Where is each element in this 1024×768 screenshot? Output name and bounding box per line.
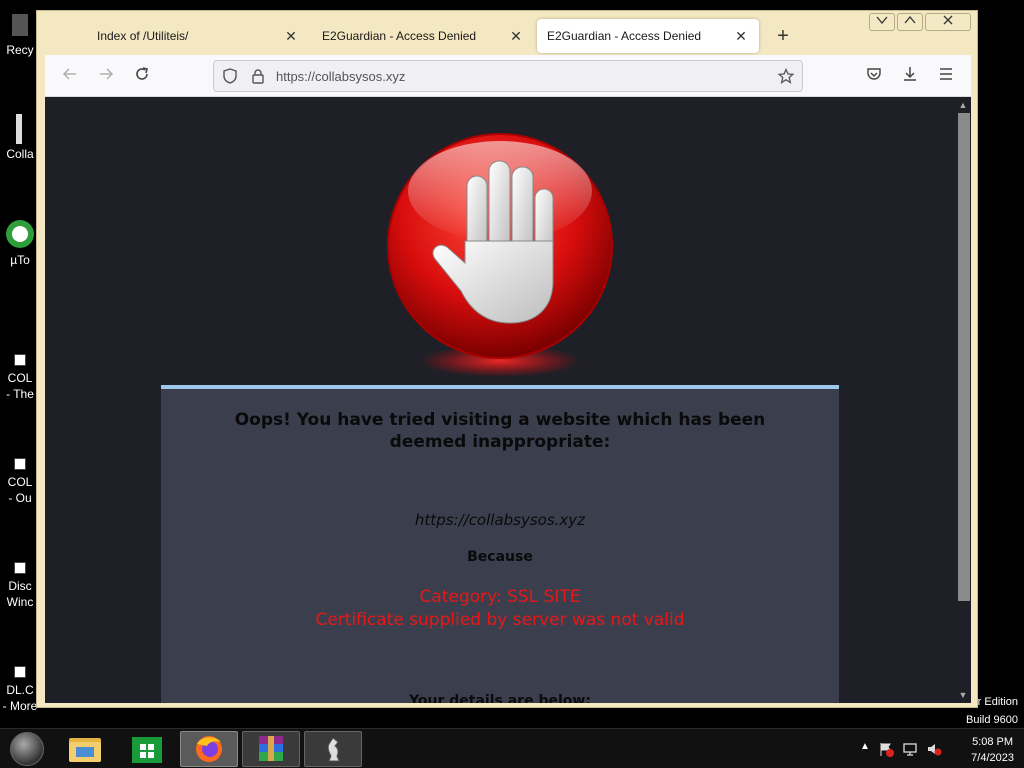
tab-close-icon[interactable]: ✕ xyxy=(733,28,749,45)
desktop-icon-label-2: - The xyxy=(6,387,34,401)
desktop-icon-label: µTo xyxy=(10,253,30,267)
because-label: Because xyxy=(467,549,533,565)
network-icon[interactable] xyxy=(902,741,918,757)
clock-date: 7/4/2023 xyxy=(971,752,1014,764)
desktop-icon-label: Disc xyxy=(8,579,32,593)
start-button[interactable] xyxy=(10,732,44,766)
desktop-icon-col-ou[interactable]: COL - Ou xyxy=(0,456,40,506)
chess-icon xyxy=(327,737,340,762)
desktop-icon-label: Colla xyxy=(6,147,34,161)
os-build-watermark: Build 9600 xyxy=(966,714,1018,726)
arrow-left-icon xyxy=(62,68,76,80)
scroll-up-icon[interactable]: ▲ xyxy=(957,99,969,111)
document-icon xyxy=(16,114,22,144)
blocked-url: https://collabsysos.xyz xyxy=(414,511,586,529)
block-category: Category: SSL SITE xyxy=(419,587,581,607)
desktop-icon-label: Recy xyxy=(6,43,34,57)
desktop-icon-label: COL xyxy=(7,475,33,489)
taskbar-file-explorer[interactable] xyxy=(56,731,114,767)
url-bar[interactable]: https://collabsysos.xyz xyxy=(213,60,803,92)
tab-close-icon[interactable]: ✕ xyxy=(283,28,299,45)
pocket-button[interactable] xyxy=(863,65,885,87)
download-icon xyxy=(904,67,916,81)
folder-icon xyxy=(69,738,101,762)
tab-index-of-utiliteis[interactable]: Index of /Utiliteis/ ✕ xyxy=(87,19,309,53)
desktop-icon-recycle-bin[interactable]: Recy xyxy=(0,8,40,58)
tab-access-denied-1[interactable]: E2Guardian - Access Denied ✕ xyxy=(312,19,534,53)
page-viewport: Oops! You have tried visiting a website … xyxy=(45,97,971,703)
desktop-icon-dl-c[interactable]: DL.C - More xyxy=(0,666,40,714)
system-clock[interactable]: 5:08 PM 7/4/2023 xyxy=(971,734,1014,766)
reload-button[interactable] xyxy=(131,65,153,87)
tab-access-denied-2[interactable]: E2Guardian - Access Denied ✕ xyxy=(537,19,759,53)
scroll-thumb[interactable] xyxy=(958,113,970,601)
arrow-right-icon xyxy=(100,68,114,80)
tab-title: E2Guardian - Access Denied xyxy=(322,29,477,43)
taskbar-firefox[interactable] xyxy=(180,731,238,767)
shortcut-arrow-icon xyxy=(14,666,26,678)
tray-overflow-icon[interactable]: ▲ xyxy=(860,741,870,752)
pocket-icon xyxy=(867,68,881,80)
denial-headline: Oops! You have tried visiting a website … xyxy=(234,410,766,452)
browser-window: Index of /Utiliteis/ ✕ E2Guardian - Acce… xyxy=(36,10,978,708)
taskbar-store[interactable] xyxy=(118,731,176,767)
taskbar-winrar[interactable] xyxy=(242,731,300,767)
desktop-icon-label-2: - More xyxy=(2,699,38,713)
desktop-icon-label-2: Winc xyxy=(6,595,34,609)
details-heading: Your details are below: xyxy=(409,693,591,703)
stop-hand-icon xyxy=(387,133,613,377)
block-reason: Certificate supplied by server was not v… xyxy=(315,610,685,630)
recycle-bin-icon xyxy=(12,14,28,36)
desktop-icon-colla[interactable]: Colla xyxy=(0,112,40,162)
tab-strip: Index of /Utiliteis/ ✕ E2Guardian - Acce… xyxy=(45,15,965,57)
shortcut-arrow-icon xyxy=(14,458,26,470)
clock-time: 5:08 PM xyxy=(972,736,1014,748)
volume-muted-icon[interactable] xyxy=(926,741,942,757)
page-scrollbar[interactable]: ▲ ▼ xyxy=(955,97,971,703)
tab-close-icon[interactable]: ✕ xyxy=(508,28,524,45)
forward-button[interactable] xyxy=(95,65,117,87)
desktop-icon-col-the[interactable]: COL - The xyxy=(0,352,40,402)
taskbar-chess[interactable] xyxy=(304,731,362,767)
tab-title: Index of /Utiliteis/ xyxy=(97,29,189,43)
shortcut-arrow-icon xyxy=(14,562,26,574)
lock-icon[interactable] xyxy=(250,68,266,84)
navigation-toolbar: https://collabsysos.xyz xyxy=(45,55,971,97)
downloads-button[interactable] xyxy=(899,65,921,87)
url-text[interactable]: https://collabsysos.xyz xyxy=(276,69,405,84)
utorrent-icon xyxy=(6,220,34,248)
shortcut-arrow-icon xyxy=(14,354,26,366)
back-button[interactable] xyxy=(59,65,81,87)
system-tray: ▲ 5:08 PM 7/4/2023 xyxy=(834,729,1024,768)
store-icon xyxy=(132,737,162,763)
star-icon[interactable] xyxy=(778,68,794,84)
desktop-icon-utorrent[interactable]: µTo xyxy=(0,218,40,268)
desktop-icon-label: COL xyxy=(7,371,33,385)
tab-title: E2Guardian - Access Denied xyxy=(547,29,702,43)
new-tab-button[interactable]: + xyxy=(771,25,795,49)
action-center-flag-icon[interactable] xyxy=(878,741,894,757)
hamburger-menu-icon xyxy=(940,68,952,80)
denial-panel: Oops! You have tried visiting a website … xyxy=(161,385,839,703)
taskbar: ▲ 5:08 PM 7/4/2023 xyxy=(0,728,1024,768)
shield-icon[interactable] xyxy=(222,68,238,84)
os-edition-watermark: r Edition xyxy=(977,696,1018,708)
desktop-icon-label-2: - Ou xyxy=(8,491,32,505)
desktop-icon-label: DL.C xyxy=(6,683,34,697)
desktop-icon-discord[interactable]: Disc Winc xyxy=(0,562,40,610)
firefox-icon xyxy=(196,736,222,762)
reload-icon xyxy=(136,67,148,80)
winrar-icon xyxy=(259,736,283,761)
scroll-down-icon[interactable]: ▼ xyxy=(957,689,969,701)
menu-button[interactable] xyxy=(935,65,957,87)
plus-icon: + xyxy=(777,25,789,47)
